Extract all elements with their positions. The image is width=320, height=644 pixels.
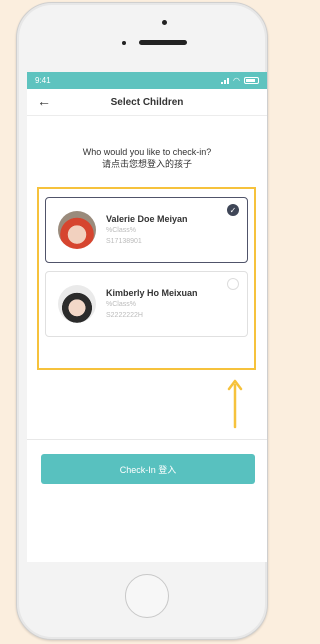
prompt-chinese: 请点击您想登入的孩子 [101, 159, 192, 169]
page-header: ← Select Children [27, 89, 267, 116]
sensor-dot [122, 41, 126, 45]
child-avatar [58, 211, 96, 249]
section-divider [27, 439, 267, 440]
status-bar: 9:41 ◠ [27, 72, 267, 89]
child-avatar [58, 285, 96, 323]
front-camera-dot [162, 20, 167, 25]
checkin-prompt: Who would you like to check-in? 请点击您想登入的… [27, 146, 267, 170]
child-name: Kimberly Ho Meixuan [106, 288, 198, 298]
child-name: Valerie Doe Meiyan [106, 214, 188, 224]
checkmark-icon[interactable]: ✓ [227, 204, 239, 216]
status-time: 9:41 [35, 76, 51, 85]
earpiece-speaker [139, 40, 187, 45]
child-info: Kimberly Ho Meixuan %Class% S2222222H [106, 288, 198, 320]
status-icons: ◠ [221, 76, 259, 85]
child-class: %Class% [106, 301, 136, 308]
children-list-highlight: Valerie Doe Meiyan %Class% S17138901 ✓ K… [37, 187, 256, 370]
radio-empty-icon[interactable] [227, 278, 239, 290]
page-title: Select Children [110, 96, 184, 108]
checkin-button[interactable]: Check-In 登入 [41, 454, 255, 484]
bottom-panel [27, 482, 267, 562]
up-arrow-icon [227, 379, 243, 429]
child-card-kimberly[interactable]: Kimberly Ho Meixuan %Class% S2222222H [45, 271, 248, 337]
prompt-english: Who would you like to check-in? [82, 147, 212, 157]
back-arrow-icon[interactable]: ← [37, 93, 51, 109]
child-class: %Class% [106, 227, 136, 234]
home-button[interactable] [125, 574, 169, 618]
child-id: S2222222H [106, 312, 143, 319]
child-info: Valerie Doe Meiyan %Class% S17138901 [106, 214, 188, 246]
child-id: S17138901 [106, 238, 142, 245]
child-card-valerie[interactable]: Valerie Doe Meiyan %Class% S17138901 ✓ [45, 197, 248, 263]
signal-icon [221, 77, 230, 84]
wifi-icon: ◠ [233, 76, 240, 85]
battery-icon [244, 77, 259, 84]
app-screen: 9:41 ◠ ← Select Children Who would you l… [27, 72, 267, 562]
